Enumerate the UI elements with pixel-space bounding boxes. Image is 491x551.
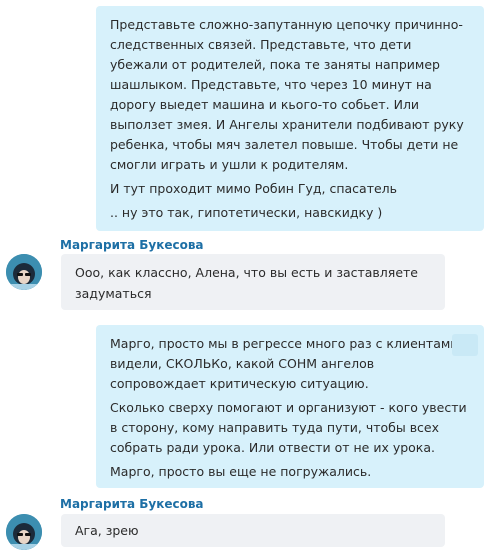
outgoing-message[interactable]: Марго, просто мы в регрессе много раз с … [96,325,484,488]
incoming-message[interactable]: Ооо, как классно, Алена, что вы есть и з… [61,254,445,310]
message-paragraph: Сколько сверху помогают и организуют - к… [110,400,467,455]
avatar[interactable] [6,514,42,550]
message-paragraph: Представьте сложно-запутанную цепочку пр… [110,17,464,172]
message-paragraph: Марго, просто мы в регрессе много раз с … [110,336,459,391]
message-paragraph: .. ну это так, гипотетически, навскидку … [110,205,383,220]
avatar[interactable] [6,254,42,290]
chat-conversation: Представьте сложно-запутанную цепочку пр… [0,0,491,551]
message-text: Ооо, как классно, Алена, что вы есть и з… [75,265,418,301]
sender-name[interactable]: Маргарита Букесова [60,497,204,511]
sender-name[interactable]: Маргарита Букесова [60,238,204,252]
message-corner-tab [452,334,478,356]
outgoing-message[interactable]: Представьте сложно-запутанную цепочку пр… [96,6,484,231]
message-paragraph: Марго, просто вы еще не погружались. [110,464,372,479]
avatar-image [6,254,42,290]
message-paragraph: И тут проходит мимо Робин Гуд, спасатель [110,181,398,196]
avatar-image [6,514,42,550]
incoming-message[interactable]: Ага, зрею [61,514,445,547]
message-text: Ага, зрею [75,523,139,538]
